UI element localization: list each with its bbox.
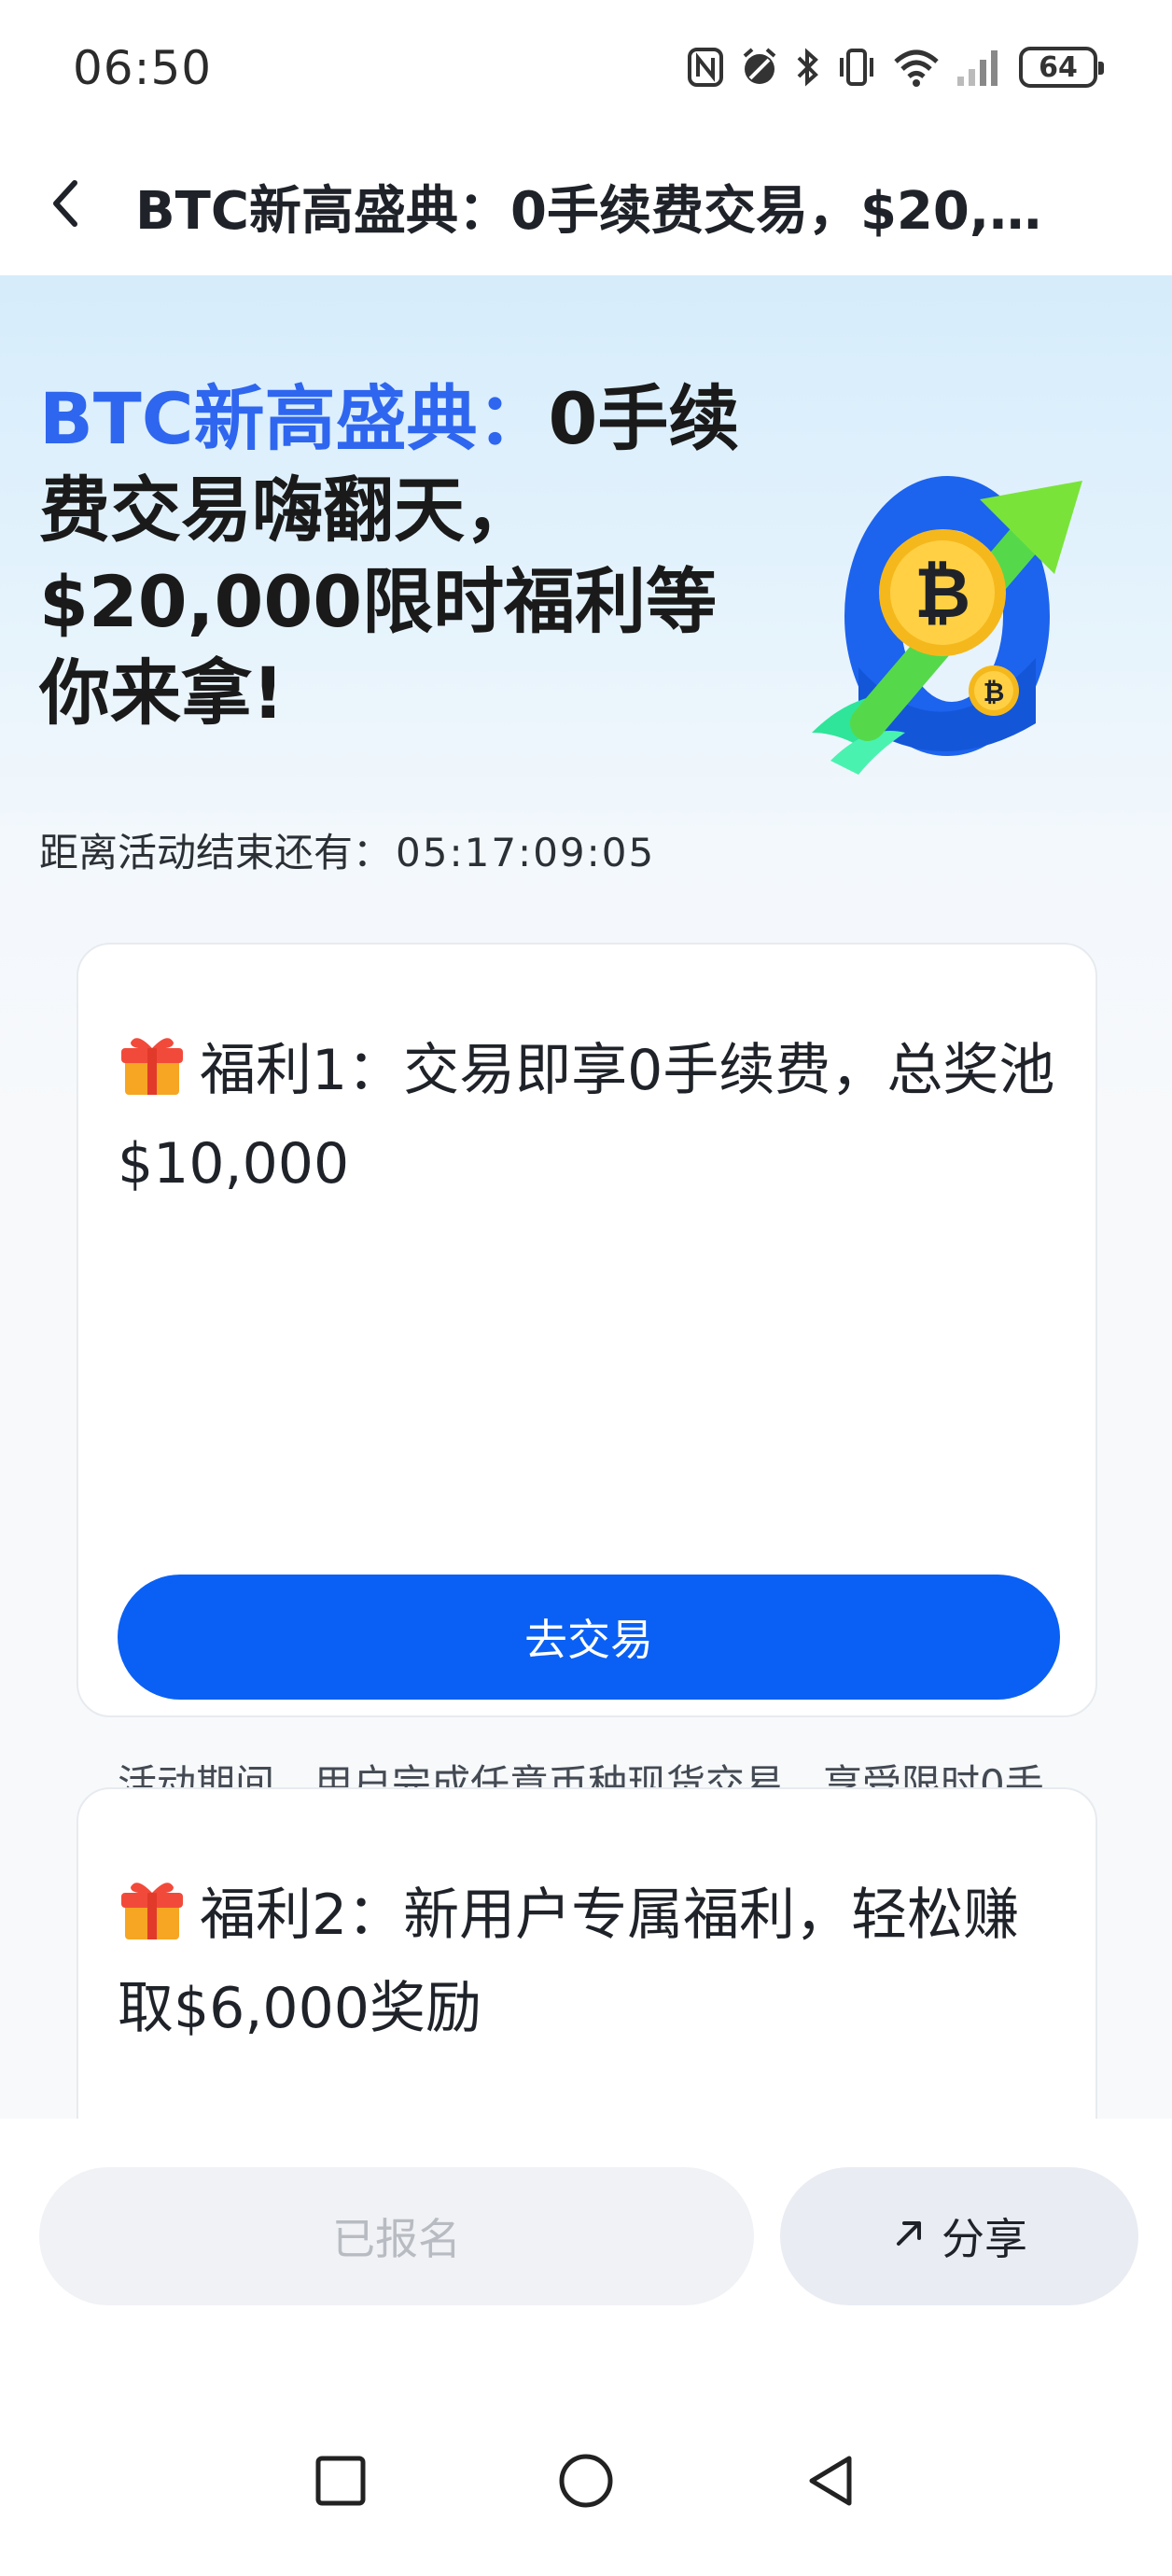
back-nav-button[interactable] [788,2441,872,2525]
hero-title: BTC新高盛典：0手续费交易嗨翻天，$20,000限时福利等你来拿! [39,373,748,739]
alarm-icon [739,47,780,88]
benefit-card-title: 福利1：交易即享0手续费，总奖池$10,000 [118,1024,1060,1211]
benefit-card-2: 福利2：新用户专属福利，轻松赚取$6,000奖励 [77,1787,1097,2119]
triangle-back-icon [804,2453,857,2513]
status-bar: 06:50 64 [0,0,1172,135]
page-title: BTC新高盛典：0手续费交易，$20,000限时福利等你来拿！ [135,181,1059,242]
back-button[interactable] [37,168,93,243]
nfc-icon [687,47,724,88]
gift-icon [118,1874,187,1943]
benefit-card-1: 福利1：交易即享0手续费，总奖池$10,000 去交易 活动期间，用户完成任意币… [77,943,1097,1872]
trade-button[interactable]: 去交易 [118,1575,1060,1700]
battery-icon: 64 [1019,47,1104,88]
status-icons: 64 [687,43,1104,91]
status-time: 06:50 [73,41,213,95]
system-nav-bar [0,2389,1172,2576]
hero-title-highlight: BTC新高盛典： [39,377,549,460]
square-icon [314,2455,367,2511]
circle-icon [558,2453,614,2513]
benefit-card-title-text: 福利2：新用户专属福利，轻松赚取$6,000奖励 [118,1883,1020,2041]
svg-text:₿: ₿ [984,677,1005,707]
wifi-icon [892,47,941,88]
bitcoin-growth-illustration: ₿ ₿ [802,453,1110,789]
benefit-card-title-text: 福利1：交易即享0手续费，总奖池$10,000 [118,1038,1055,1197]
countdown-value: 05:17:09:05 [396,830,656,875]
countdown: 距离活动结束还有：05:17:09:05 [39,821,655,878]
chevron-left-icon [47,175,84,235]
share-button[interactable]: 分享 [780,2167,1138,2305]
header: BTC新高盛典：0手续费交易，$20,000限时福利等你来拿！ [0,135,1172,275]
countdown-label: 距离活动结束还有： [39,830,393,875]
bluetooth-icon [795,47,821,88]
vibrate-icon [836,47,877,88]
recents-button[interactable] [299,2441,383,2525]
gift-icon [118,1029,187,1099]
benefit-card-title: 福利2：新用户专属福利，轻松赚取$6,000奖励 [118,1869,1060,2055]
registered-button[interactable]: 已报名 [39,2167,754,2305]
signal-icon [956,47,1004,88]
action-bar: 已报名 分享 [0,2119,1172,2389]
share-arrow-icon [891,2211,928,2261]
svg-text:₿: ₿ [914,553,970,634]
main-content[interactable]: BTC新高盛典：0手续费交易嗨翻天，$20,000限时福利等你来拿! ₿ ₿ 距… [0,275,1172,2119]
battery-level: 64 [1039,50,1078,84]
home-button[interactable] [544,2441,628,2525]
share-label: 分享 [942,2215,1027,2263]
